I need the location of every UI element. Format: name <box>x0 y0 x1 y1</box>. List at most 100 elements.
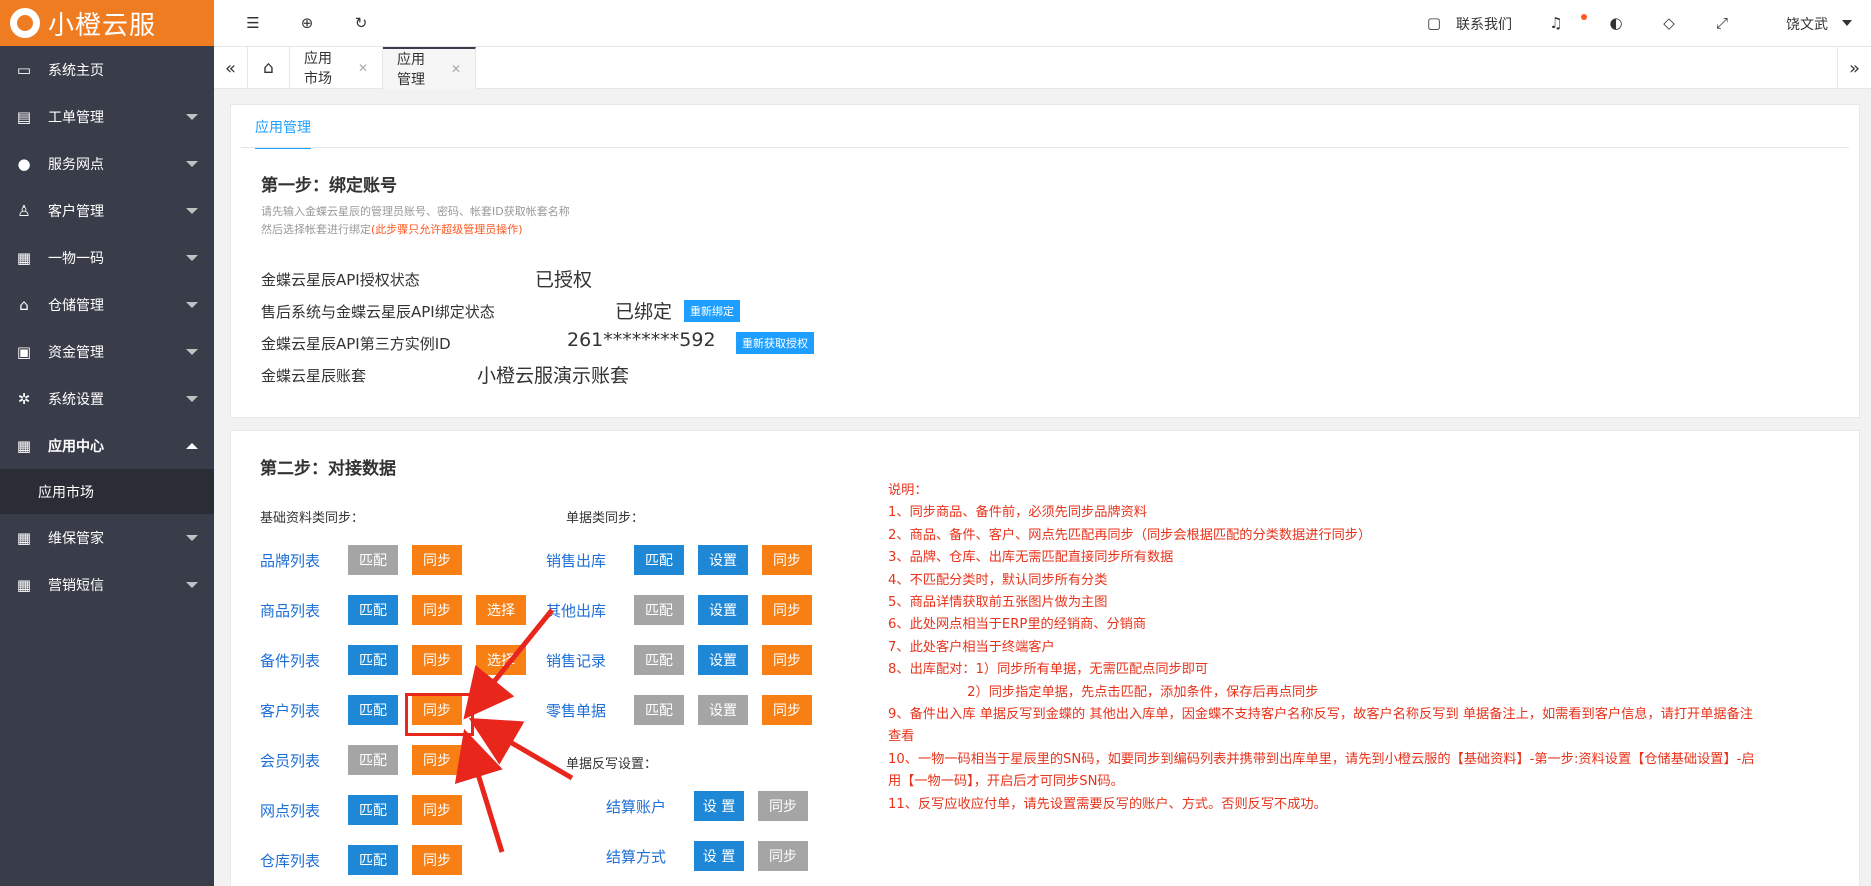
tag-icon[interactable]: ◇ <box>1660 14 1678 32</box>
sync-action-button[interactable]: 同步 <box>762 695 812 725</box>
sync-action-button[interactable]: 同步 <box>412 745 462 775</box>
instruction-line: 1、同步商品、备件前，必须先同步品牌资料 <box>888 505 1147 521</box>
sync-action-button[interactable]: 同步 <box>762 645 812 675</box>
step2-title: 第二步：对接数据 <box>260 459 396 479</box>
sidebar-nav: ▭ 系统主页 ▤ 工单管理 ● 服务网点 ♙ 客户管理 ▦ 一物一码 ⌂ 仓储管理 ▣ 资金管理 ✲ 系统设置… <box>0 46 214 608</box>
sync-row-label[interactable]: 品牌列表 <box>260 550 320 571</box>
sync-action-button[interactable]: 匹配 <box>634 595 684 625</box>
sync-action-button[interactable]: 选择 <box>476 595 526 625</box>
sync-row-label[interactable]: 商品列表 <box>260 600 320 621</box>
sync-action-button[interactable]: 设置 <box>698 595 748 625</box>
sync-row-label[interactable]: 备件列表 <box>260 650 320 671</box>
sync-action-button[interactable]: 同步 <box>412 595 462 625</box>
sync-action-button[interactable]: 匹配 <box>634 695 684 725</box>
sync-action-button[interactable]: 匹配 <box>348 645 398 675</box>
sync-row-label[interactable]: 客户列表 <box>260 700 320 721</box>
sidebar-item-items1[interactable]: ▤ 工单管理 <box>0 93 214 140</box>
bell-icon[interactable]: ♫ <box>1547 14 1565 32</box>
sidebar-item-items5[interactable]: ⌂ 仓储管理 <box>0 281 214 328</box>
sync-action-button[interactable]: 设置 <box>698 545 748 575</box>
sidebar-item-items_after0[interactable]: ▦ 维保管家 <box>0 514 214 561</box>
sync-row-label[interactable]: 零售单据 <box>546 700 606 721</box>
sidebar-item-items8[interactable]: ▦ 应用中心 <box>0 422 214 469</box>
sync-row-label[interactable]: 结算方式 <box>606 846 666 867</box>
sync-action-button[interactable]: 匹配 <box>348 795 398 825</box>
logo-mark-icon <box>10 8 40 38</box>
api-auth-status-label: 金蝶云星辰API授权状态 <box>261 271 420 289</box>
sync-action-button[interactable]: 设置 <box>698 645 748 675</box>
sync-action-button[interactable]: 匹配 <box>348 545 398 575</box>
chevron-down-icon <box>186 396 198 402</box>
sync-action-button[interactable]: 设 置 <box>694 841 744 871</box>
sync-row-label[interactable]: 会员列表 <box>260 750 320 771</box>
sidebar-item-items0[interactable]: ▭ 系统主页 <box>0 46 214 93</box>
doc-sync-label: 单据类同步： <box>566 511 645 526</box>
sidebar-item-label: 工单管理 <box>48 109 104 126</box>
sync-action-button[interactable]: 设置 <box>698 695 748 725</box>
sync-row-label[interactable]: 其他出库 <box>546 600 606 621</box>
sync-action-button[interactable]: 同步 <box>412 795 462 825</box>
instruction-line: 9、备件出入库 单据反写到金蝶的 其他出入库单，因金蝶不支持客户名称反写，故客户… <box>888 707 1753 745</box>
fullscreen-icon[interactable]: ⤢ <box>1713 14 1731 32</box>
sidebar-item-items6[interactable]: ▣ 资金管理 <box>0 328 214 375</box>
highlight-box <box>405 693 474 736</box>
tabs-next-icon[interactable]: » <box>1837 47 1871 89</box>
step1-hint-2: 然后选择帐套进行绑定(此步骤只允许超级管理员操作) <box>261 223 523 236</box>
tab-app-market[interactable]: 应用市场 ✕ <box>290 47 383 89</box>
globe-icon[interactable]: ⊕ <box>298 14 316 32</box>
sync-action-button[interactable]: 设 置 <box>694 791 744 821</box>
monitor-icon: ▭ <box>16 60 32 79</box>
sidebar-item-items3[interactable]: ♙ 客户管理 <box>0 187 214 234</box>
logo[interactable]: 小橙云服 <box>0 0 214 46</box>
sync-action-button[interactable]: 匹配 <box>348 845 398 875</box>
sync-action-button[interactable]: 匹配 <box>634 545 684 575</box>
refresh-icon[interactable]: ↻ <box>352 14 370 32</box>
contact-us-link[interactable]: 联系我们 <box>1456 14 1512 34</box>
sidebar-item-items4[interactable]: ▦ 一物一码 <box>0 234 214 281</box>
sidebar-item-label: 客户管理 <box>48 203 104 220</box>
sync-row-label[interactable]: 仓库列表 <box>260 850 320 871</box>
instruction-line: 2）同步指定单据，先点击匹配，添加条件，保存后再点同步 <box>888 684 1319 700</box>
account-set-label: 金蝶云星辰账套 <box>261 367 367 385</box>
reauthorize-button[interactable]: 重新获取授权 <box>736 332 814 354</box>
close-icon[interactable]: ✕ <box>451 62 461 76</box>
chat-icon[interactable]: ▢ <box>1425 14 1443 32</box>
close-icon[interactable]: ✕ <box>358 61 368 75</box>
sync-action-button[interactable]: 同步 <box>762 545 812 575</box>
sync-action-button[interactable]: 匹配 <box>348 745 398 775</box>
sync-action-button[interactable]: 同步 <box>758 791 808 821</box>
sidebar-item-items2[interactable]: ● 服务网点 <box>0 140 214 187</box>
sync-row-label[interactable]: 结算账户 <box>606 796 666 817</box>
rebind-button[interactable]: 重新绑定 <box>684 300 740 322</box>
sync-action-button[interactable]: 匹配 <box>348 595 398 625</box>
sync-action-button[interactable]: 同步 <box>412 545 462 575</box>
user-name[interactable]: 饶文武 <box>1786 14 1828 34</box>
sync-action-button[interactable]: 选择 <box>476 645 526 675</box>
sync-action-button[interactable]: 匹配 <box>348 695 398 725</box>
sidebar-item-items7[interactable]: ✲ 系统设置 <box>0 375 214 422</box>
chevron-down-icon <box>186 535 198 541</box>
sync-action-button[interactable]: 同步 <box>762 595 812 625</box>
tab-app-management-inner[interactable]: 应用管理 <box>255 117 311 149</box>
sync-row-label[interactable]: 销售出库 <box>546 550 606 571</box>
sync-row-label[interactable]: 销售记录 <box>546 650 606 671</box>
chevron-down-icon[interactable] <box>1842 20 1852 26</box>
sync-action-button[interactable]: 同步 <box>412 645 462 675</box>
sync-action-button[interactable]: 同步 <box>758 841 808 871</box>
home-tab[interactable]: ⌂ <box>248 47 290 89</box>
admin-only-warning: (此步骤只允许超级管理员操作) <box>371 223 523 236</box>
sync-row-label[interactable]: 网点列表 <box>260 800 320 821</box>
instruction-line: 10、一物一码相当于星辰里的SN码，如要同步到编码列表并携带到出库单里，请先到小… <box>888 751 1755 790</box>
collapse-menu-icon[interactable]: ☰ <box>244 14 262 32</box>
sidebar-item-items_after1[interactable]: ▦ 营销短信 <box>0 561 214 608</box>
tabs-prev-icon[interactable]: « <box>214 47 248 89</box>
sidebar: 小橙云服 ▭ 系统主页 ▤ 工单管理 ● 服务网点 ♙ 客户管理 ▦ 一物一码 ⌂ 仓储管理 ▣ 资金管理… <box>0 0 214 886</box>
tab-app-management[interactable]: 应用管理 ✕ <box>383 47 476 89</box>
sync-action-button[interactable]: 同步 <box>412 845 462 875</box>
instruction-line: 3、品牌、仓库、出库无需匹配直接同步所有数据 <box>888 550 1174 566</box>
sidebar-subitem-app-market[interactable]: 应用市场 <box>0 469 214 514</box>
gear-icon: ✲ <box>17 389 31 408</box>
sync-action-button[interactable]: 匹配 <box>634 645 684 675</box>
basic-sync-label: 基础资料类同步： <box>260 511 365 526</box>
palette-icon[interactable]: ◐ <box>1607 14 1625 32</box>
